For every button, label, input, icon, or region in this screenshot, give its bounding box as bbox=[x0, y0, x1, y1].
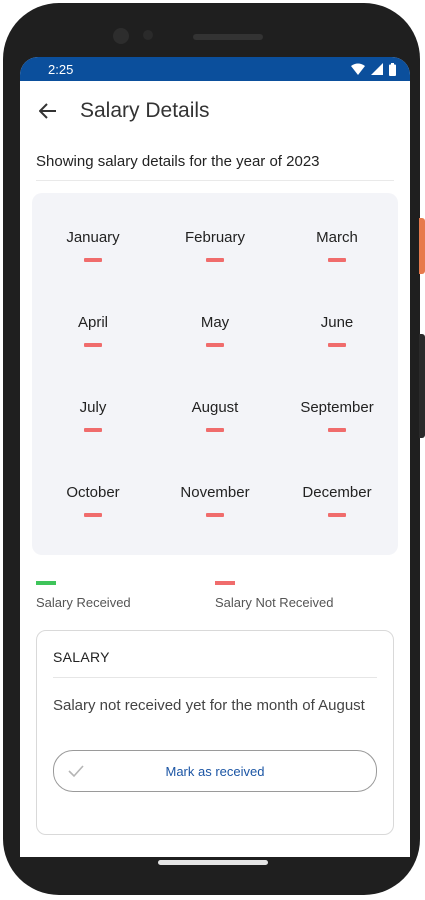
month-cell-september[interactable]: September bbox=[276, 373, 398, 458]
month-name: April bbox=[77, 314, 108, 331]
status-icons bbox=[351, 62, 396, 76]
legend: Salary Received Salary Not Received bbox=[36, 581, 394, 610]
app-bar: Salary Details bbox=[20, 81, 410, 141]
screen: 2:25 Salary Details Showing salary detai… bbox=[20, 57, 410, 857]
month-name: October bbox=[66, 484, 120, 501]
month-name: May bbox=[200, 314, 230, 331]
arrow-back-icon bbox=[39, 103, 56, 119]
month-grid: January February March April May June July Augu… bbox=[32, 193, 398, 555]
salary-card-heading: SALARY bbox=[53, 649, 377, 678]
month-name: February bbox=[184, 229, 246, 246]
mark-as-received-label: Mark as received bbox=[165, 763, 265, 779]
month-name: November bbox=[180, 484, 250, 501]
legend-not-received-label: Salary Not Received bbox=[215, 595, 334, 610]
salary-status-indicator bbox=[206, 343, 224, 347]
status-time: 2:25 bbox=[48, 61, 74, 77]
month-name: August bbox=[191, 399, 239, 416]
month-cell-january[interactable]: January bbox=[32, 203, 154, 288]
back-button[interactable] bbox=[34, 97, 62, 125]
salary-status-message: Salary not received yet for the month of… bbox=[53, 697, 365, 714]
month-cell-february[interactable]: February bbox=[154, 203, 276, 288]
legend-not-received: Salary Not Received bbox=[215, 581, 394, 610]
month-name: June bbox=[320, 314, 354, 331]
battery-icon bbox=[389, 62, 396, 76]
received-color-swatch bbox=[36, 581, 56, 585]
check-icon bbox=[68, 765, 84, 778]
salary-status-indicator bbox=[206, 513, 224, 517]
month-name: September bbox=[300, 399, 374, 416]
page-title: Salary Details bbox=[80, 99, 210, 122]
year-subtitle: Showing salary details for the year of 2… bbox=[36, 153, 394, 181]
salary-status-indicator bbox=[84, 258, 102, 262]
month-cell-may[interactable]: May bbox=[154, 288, 276, 373]
proximity-sensor bbox=[143, 30, 153, 40]
camera-lens bbox=[113, 28, 129, 44]
legend-received-label: Salary Received bbox=[36, 595, 131, 610]
month-name: January bbox=[66, 229, 120, 246]
earpiece-speaker bbox=[193, 34, 263, 40]
month-cell-october[interactable]: October bbox=[32, 458, 154, 543]
mark-as-received-button[interactable]: Mark as received bbox=[53, 750, 377, 792]
salary-status-indicator bbox=[84, 513, 102, 517]
month-cell-august[interactable]: August bbox=[154, 373, 276, 458]
phone-frame: 2:25 Salary Details Showing salary detai… bbox=[3, 3, 420, 895]
month-cell-april[interactable]: April bbox=[32, 288, 154, 373]
salary-status-indicator bbox=[206, 428, 224, 432]
month-cell-november[interactable]: November bbox=[154, 458, 276, 543]
salary-status-indicator bbox=[328, 428, 346, 432]
salary-status-indicator bbox=[328, 513, 346, 517]
volume-button bbox=[419, 334, 425, 438]
gesture-nav-bar[interactable] bbox=[158, 860, 268, 865]
power-button bbox=[419, 218, 425, 274]
salary-status-indicator bbox=[328, 258, 346, 262]
month-name: July bbox=[79, 399, 107, 416]
month-name: December bbox=[302, 484, 372, 501]
month-cell-december[interactable]: December bbox=[276, 458, 398, 543]
salary-status-indicator bbox=[84, 343, 102, 347]
month-name: March bbox=[316, 229, 358, 246]
legend-received: Salary Received bbox=[36, 581, 215, 610]
signal-icon bbox=[371, 63, 383, 75]
salary-status-indicator bbox=[206, 258, 224, 262]
salary-status-indicator bbox=[328, 343, 346, 347]
not-received-color-swatch bbox=[215, 581, 235, 585]
month-cell-june[interactable]: June bbox=[276, 288, 398, 373]
wifi-icon bbox=[351, 63, 365, 75]
salary-card: SALARY Salary not received yet for the m… bbox=[36, 630, 394, 835]
salary-status-indicator bbox=[84, 428, 102, 432]
month-cell-july[interactable]: July bbox=[32, 373, 154, 458]
status-bar: 2:25 bbox=[20, 57, 410, 81]
month-cell-march[interactable]: March bbox=[276, 203, 398, 288]
